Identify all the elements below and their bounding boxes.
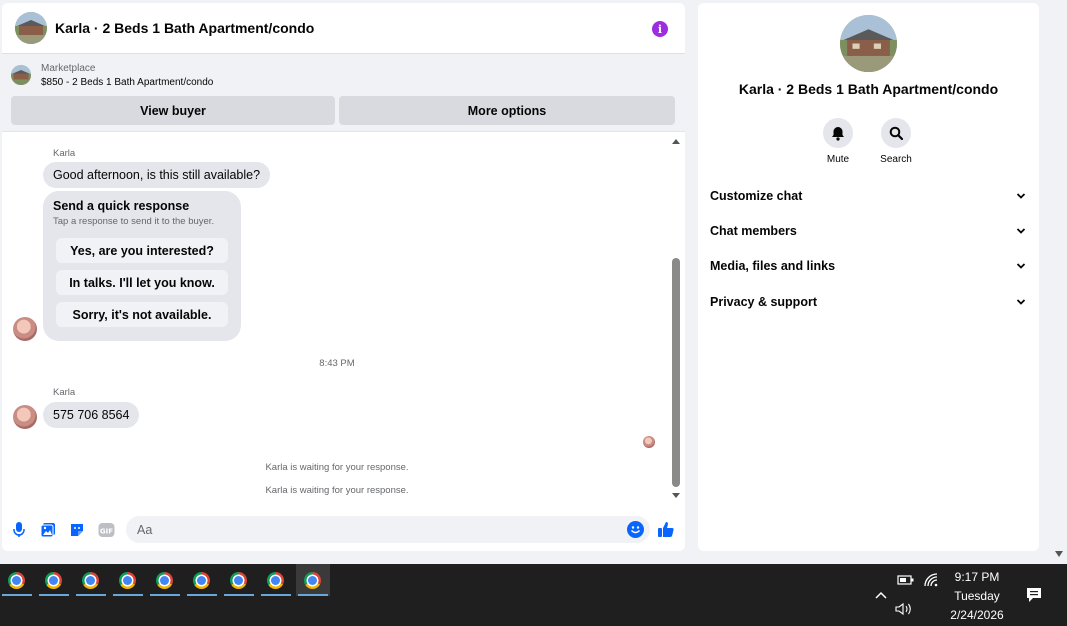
message-bubble[interactable]: Good afternoon, is this still available? [43,162,271,188]
chrome-icon [267,572,284,589]
scroll-down-arrow[interactable] [672,493,680,498]
chevron-down-icon [1016,263,1026,269]
chevron-down-icon [1016,299,1026,305]
chat-header: Karla · 2 Beds 1 Bath Apartment/condo i [2,3,685,54]
quick-response-card: Send a quick response Tap a response to … [43,191,241,341]
quick-response-option[interactable]: Sorry, it's not available. [56,302,228,327]
listing-photo[interactable] [15,12,47,44]
running-indicator [187,594,217,596]
chat-panel: Karla · 2 Beds 1 Bath Apartment/condo i … [2,3,685,551]
bell-icon[interactable] [823,118,853,148]
running-indicator [39,594,69,596]
listing-title[interactable]: $850 - 2 Beds 1 Bath Apartment/condo [41,77,213,88]
photo-icon[interactable] [39,521,57,539]
avatar[interactable] [13,317,37,341]
sender-name: Karla [53,148,76,159]
section-privacy-support[interactable]: Privacy & support [710,292,1028,312]
info-icon[interactable]: i [652,21,668,37]
page-scroll-down-arrow[interactable] [1055,551,1063,557]
taskbar-browser-window[interactable] [111,564,145,596]
section-customize-chat[interactable]: Customize chat [710,186,1028,206]
quick-response-subtitle: Tap a response to send it to the buyer. [53,216,215,227]
section-label: Chat members [710,224,797,238]
listing-category: Marketplace [41,63,96,74]
running-indicator [261,594,291,596]
chrome-icon [193,572,210,589]
sender-name: Karla [53,387,76,398]
chrome-icon [230,572,247,589]
message-list: Karla Good afternoon, is this still avai… [2,134,685,514]
waiting-notice: Karla is waiting for your response. [265,485,409,496]
running-indicator [298,594,328,596]
section-label: Customize chat [710,189,803,203]
clock-date[interactable]: 2/24/2026 [946,608,1008,622]
composer: GIF Aa [2,514,685,551]
quick-response-option[interactable]: In talks. I'll let you know. [56,270,228,295]
chevron-up-icon[interactable] [874,590,888,600]
section-chat-members[interactable]: Chat members [710,221,1028,241]
listing-thumbnail[interactable] [11,65,31,85]
message-placeholder: Aa [137,523,153,537]
search-icon[interactable] [881,118,911,148]
chevron-down-icon [1016,228,1026,234]
chrome-icon [82,572,99,589]
chevron-down-icon [1016,193,1026,199]
running-indicator [224,594,254,596]
running-indicator [150,594,180,596]
clock-time[interactable]: 9:17 PM [946,570,1008,584]
volume-icon[interactable] [895,602,913,616]
info-title: Karla · 2 Beds 1 Bath Apartment/condo [738,81,999,97]
waiting-notice: Karla is waiting for your response. [265,462,409,473]
taskbar-browser-window[interactable] [185,564,219,596]
taskbar-browser-window[interactable] [259,564,293,596]
running-indicator [2,594,32,596]
section-label: Media, files and links [710,259,836,273]
message-input[interactable]: Aa [126,516,650,543]
search-label: Search [880,154,912,165]
avatar[interactable] [13,405,37,429]
running-indicator [113,594,143,596]
taskbar-browser-window[interactable] [296,564,330,596]
view-buyer-button[interactable]: View buyer [11,96,335,125]
listing-photo-large[interactable] [840,15,897,72]
quick-response-title: Send a quick response [53,199,190,213]
svg-text:GIF: GIF [99,528,112,536]
microphone-icon[interactable] [10,521,28,539]
scrollbar-thumb[interactable] [672,258,680,487]
chrome-icon [304,572,321,589]
running-indicator [76,594,106,596]
taskbar-browser-window[interactable] [148,564,182,596]
emoji-icon[interactable] [627,521,644,538]
conversation-info-panel: Karla · 2 Beds 1 Bath Apartment/condo Mu… [698,3,1039,551]
quick-response-option[interactable]: Yes, are you interested? [56,238,228,263]
section-media-files-links[interactable]: Media, files and links [710,256,1028,276]
listing-bar: Marketplace $850 - 2 Beds 1 Bath Apartme… [2,54,685,132]
sticker-icon[interactable] [68,521,86,539]
notification-icon[interactable] [1026,587,1042,603]
clock-day[interactable]: Tuesday [946,589,1008,603]
scroll-up-arrow[interactable] [672,139,680,144]
chrome-icon [119,572,136,589]
message-timestamp: 8:43 PM [319,358,355,369]
chrome-icon [8,572,25,589]
chrome-icon [45,572,62,589]
thumbs-up-icon[interactable] [657,520,675,538]
chat-title[interactable]: Karla · 2 Beds 1 Bath Apartment/condo [55,20,314,36]
taskbar-browser-window[interactable] [37,564,71,596]
mute-label: Mute [826,154,850,165]
battery-icon[interactable] [897,574,915,586]
read-receipt-avatar [643,436,655,448]
mute-button[interactable]: Mute [808,118,868,165]
search-button[interactable]: Search [866,118,926,165]
gif-icon[interactable]: GIF [97,521,115,539]
message-bubble[interactable]: 575 706 8564 [43,402,140,428]
wifi-icon[interactable] [923,572,939,588]
taskbar-browser-window[interactable] [74,564,108,596]
taskbar-browser-window[interactable] [0,564,34,596]
more-options-button[interactable]: More options [339,96,675,125]
chrome-icon [156,572,173,589]
taskbar-browser-window[interactable] [222,564,256,596]
taskbar: 9:17 PM Tuesday 2/24/2026 [0,564,1067,626]
section-label: Privacy & support [710,295,817,309]
